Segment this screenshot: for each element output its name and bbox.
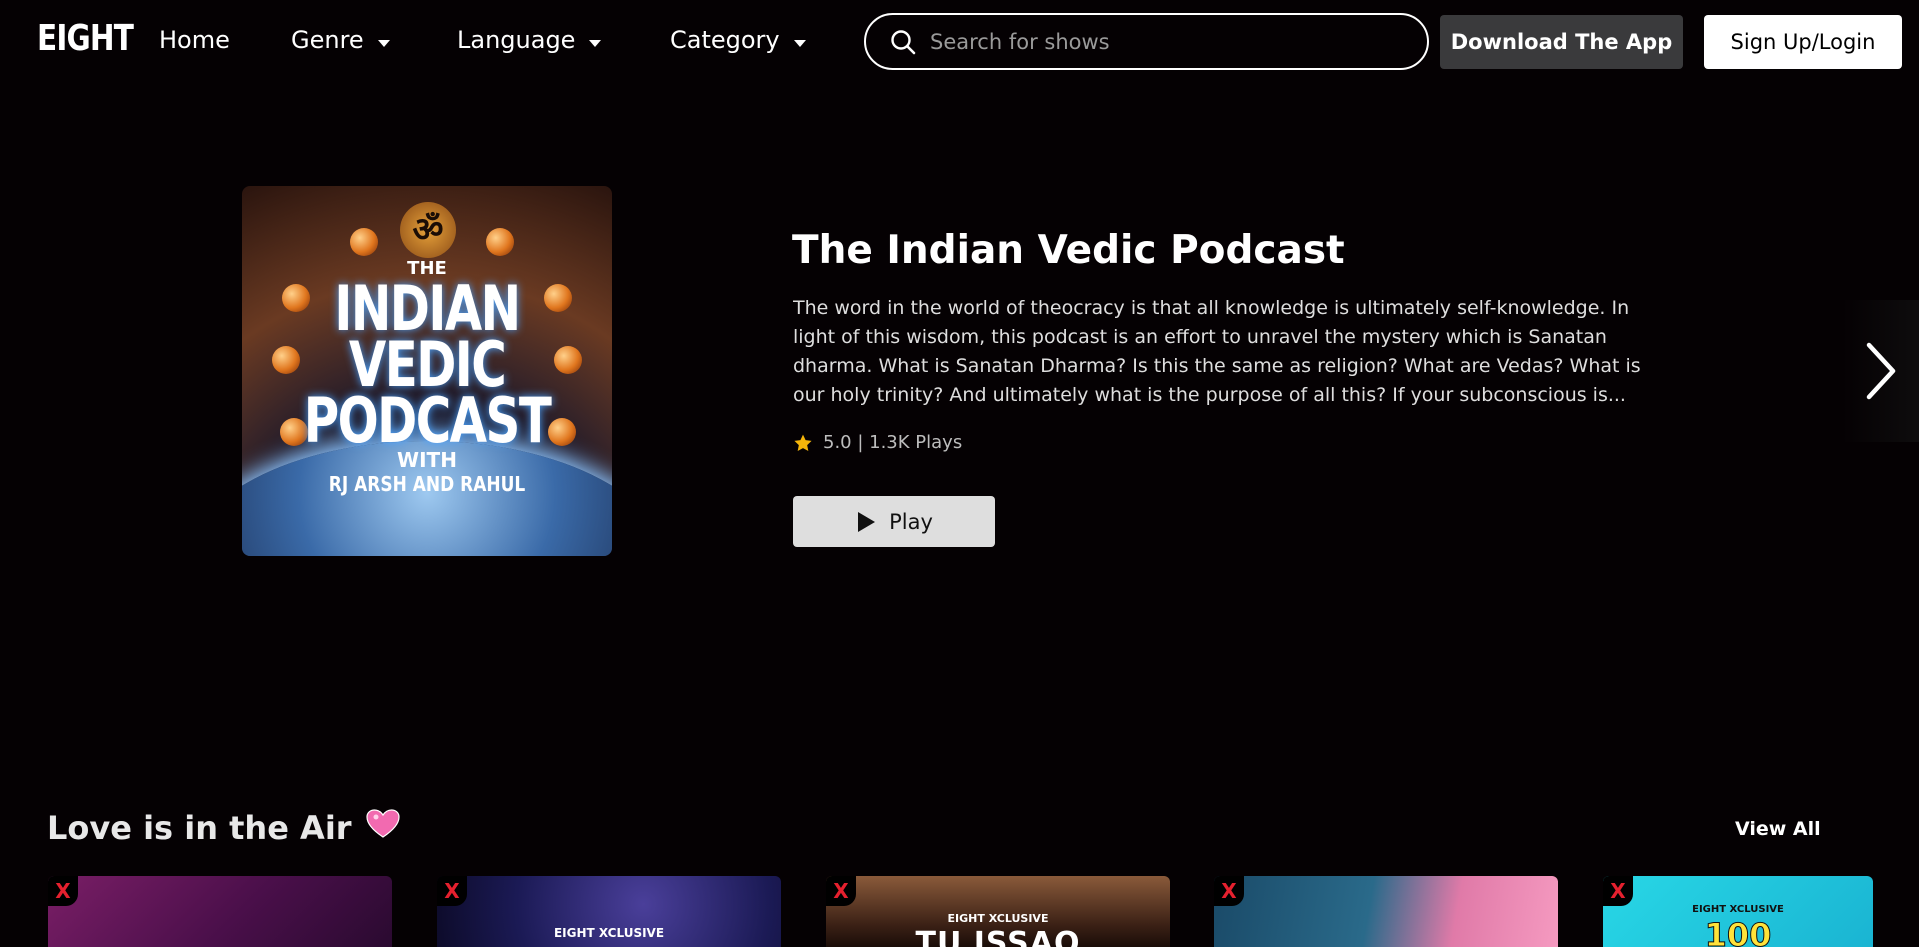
view-all-link[interactable]: View All xyxy=(1735,818,1821,840)
cover-with: WITH xyxy=(397,448,457,472)
search-icon xyxy=(891,29,916,54)
exclusive-x-badge: X xyxy=(48,876,78,906)
nav-category-label: Category xyxy=(670,26,780,54)
play-icon xyxy=(858,511,876,532)
card-title: TU ISSAQ xyxy=(915,926,1081,947)
nav-genre-dropdown[interactable]: Genre xyxy=(291,26,390,54)
hero-title: The Indian Vedic Podcast xyxy=(792,228,1345,273)
nav-genre-label: Genre xyxy=(291,26,364,54)
show-card[interactable]: X xyxy=(48,876,392,947)
exclusive-x-badge: X xyxy=(1603,876,1633,906)
show-card[interactable]: X EIGHT XCLUSIVE xyxy=(437,876,781,947)
hero-cover-stack[interactable]: ॐ THE INDIAN VEDIC PODCAST WITH RJ ARSH … xyxy=(242,186,672,556)
podcast-cover-art: ॐ THE INDIAN VEDIC PODCAST WITH RJ ARSH … xyxy=(242,186,612,556)
hero-description: The word in the world of theocracy is th… xyxy=(793,297,1641,406)
nav-home[interactable]: Home xyxy=(159,26,230,54)
sparkling-heart-icon xyxy=(365,809,400,847)
caret-down-icon xyxy=(377,39,390,47)
planet-orb xyxy=(350,228,378,256)
card-tag: EIGHT XCLUSIVE xyxy=(947,912,1049,925)
caret-down-icon xyxy=(589,39,602,47)
show-card[interactable]: X EIGHT XCLUSIVE TU ISSAQ xyxy=(826,876,1170,947)
exclusive-x-badge: X xyxy=(826,876,856,906)
cover-hosts: RJ ARSH AND RAHUL xyxy=(328,472,526,496)
cover-title-line3: PODCAST xyxy=(303,384,552,457)
caret-down-icon xyxy=(793,39,806,47)
nav-language-label: Language xyxy=(457,26,576,54)
planet-orb xyxy=(486,228,514,256)
show-card[interactable]: X EIGHT XCLUSIVE 100 xyxy=(1603,876,1873,947)
om-symbol-icon: ॐ xyxy=(400,202,456,258)
card-tag: EIGHT XCLUSIVE xyxy=(1692,904,1784,915)
download-app-button[interactable]: Download The App xyxy=(1440,15,1683,69)
search-bar xyxy=(864,13,1429,70)
search-input[interactable] xyxy=(930,29,1390,54)
hero-rating-plays: 5.0 | 1.3K Plays xyxy=(793,432,962,453)
show-card[interactable]: X xyxy=(1214,876,1558,947)
star-icon xyxy=(794,434,812,451)
carousel-next-button[interactable] xyxy=(1842,300,1919,442)
nav-home-label: Home xyxy=(159,26,230,54)
card-title: 100 xyxy=(1704,916,1772,947)
chevron-right-icon xyxy=(1866,342,1895,400)
section-title: Love is in the Air xyxy=(47,809,352,847)
exclusive-x-badge: X xyxy=(1214,876,1244,906)
nav-language-dropdown[interactable]: Language xyxy=(457,26,602,54)
eight-logo[interactable]: EIGHT xyxy=(37,18,134,59)
exclusive-x-badge: X xyxy=(437,876,467,906)
section-title-row: Love is in the Air xyxy=(47,809,400,847)
play-button-label: Play xyxy=(889,509,933,534)
play-button[interactable]: Play xyxy=(793,496,995,547)
nav-category-dropdown[interactable]: Category xyxy=(670,26,806,54)
sign-up-login-button[interactable]: Sign Up/Login xyxy=(1704,15,1902,69)
card-tag: EIGHT XCLUSIVE xyxy=(553,926,665,940)
top-nav: EIGHT Home Genre Language Category Downl… xyxy=(0,0,1919,86)
rating-plays-text: 5.0 | 1.3K Plays xyxy=(823,432,963,453)
